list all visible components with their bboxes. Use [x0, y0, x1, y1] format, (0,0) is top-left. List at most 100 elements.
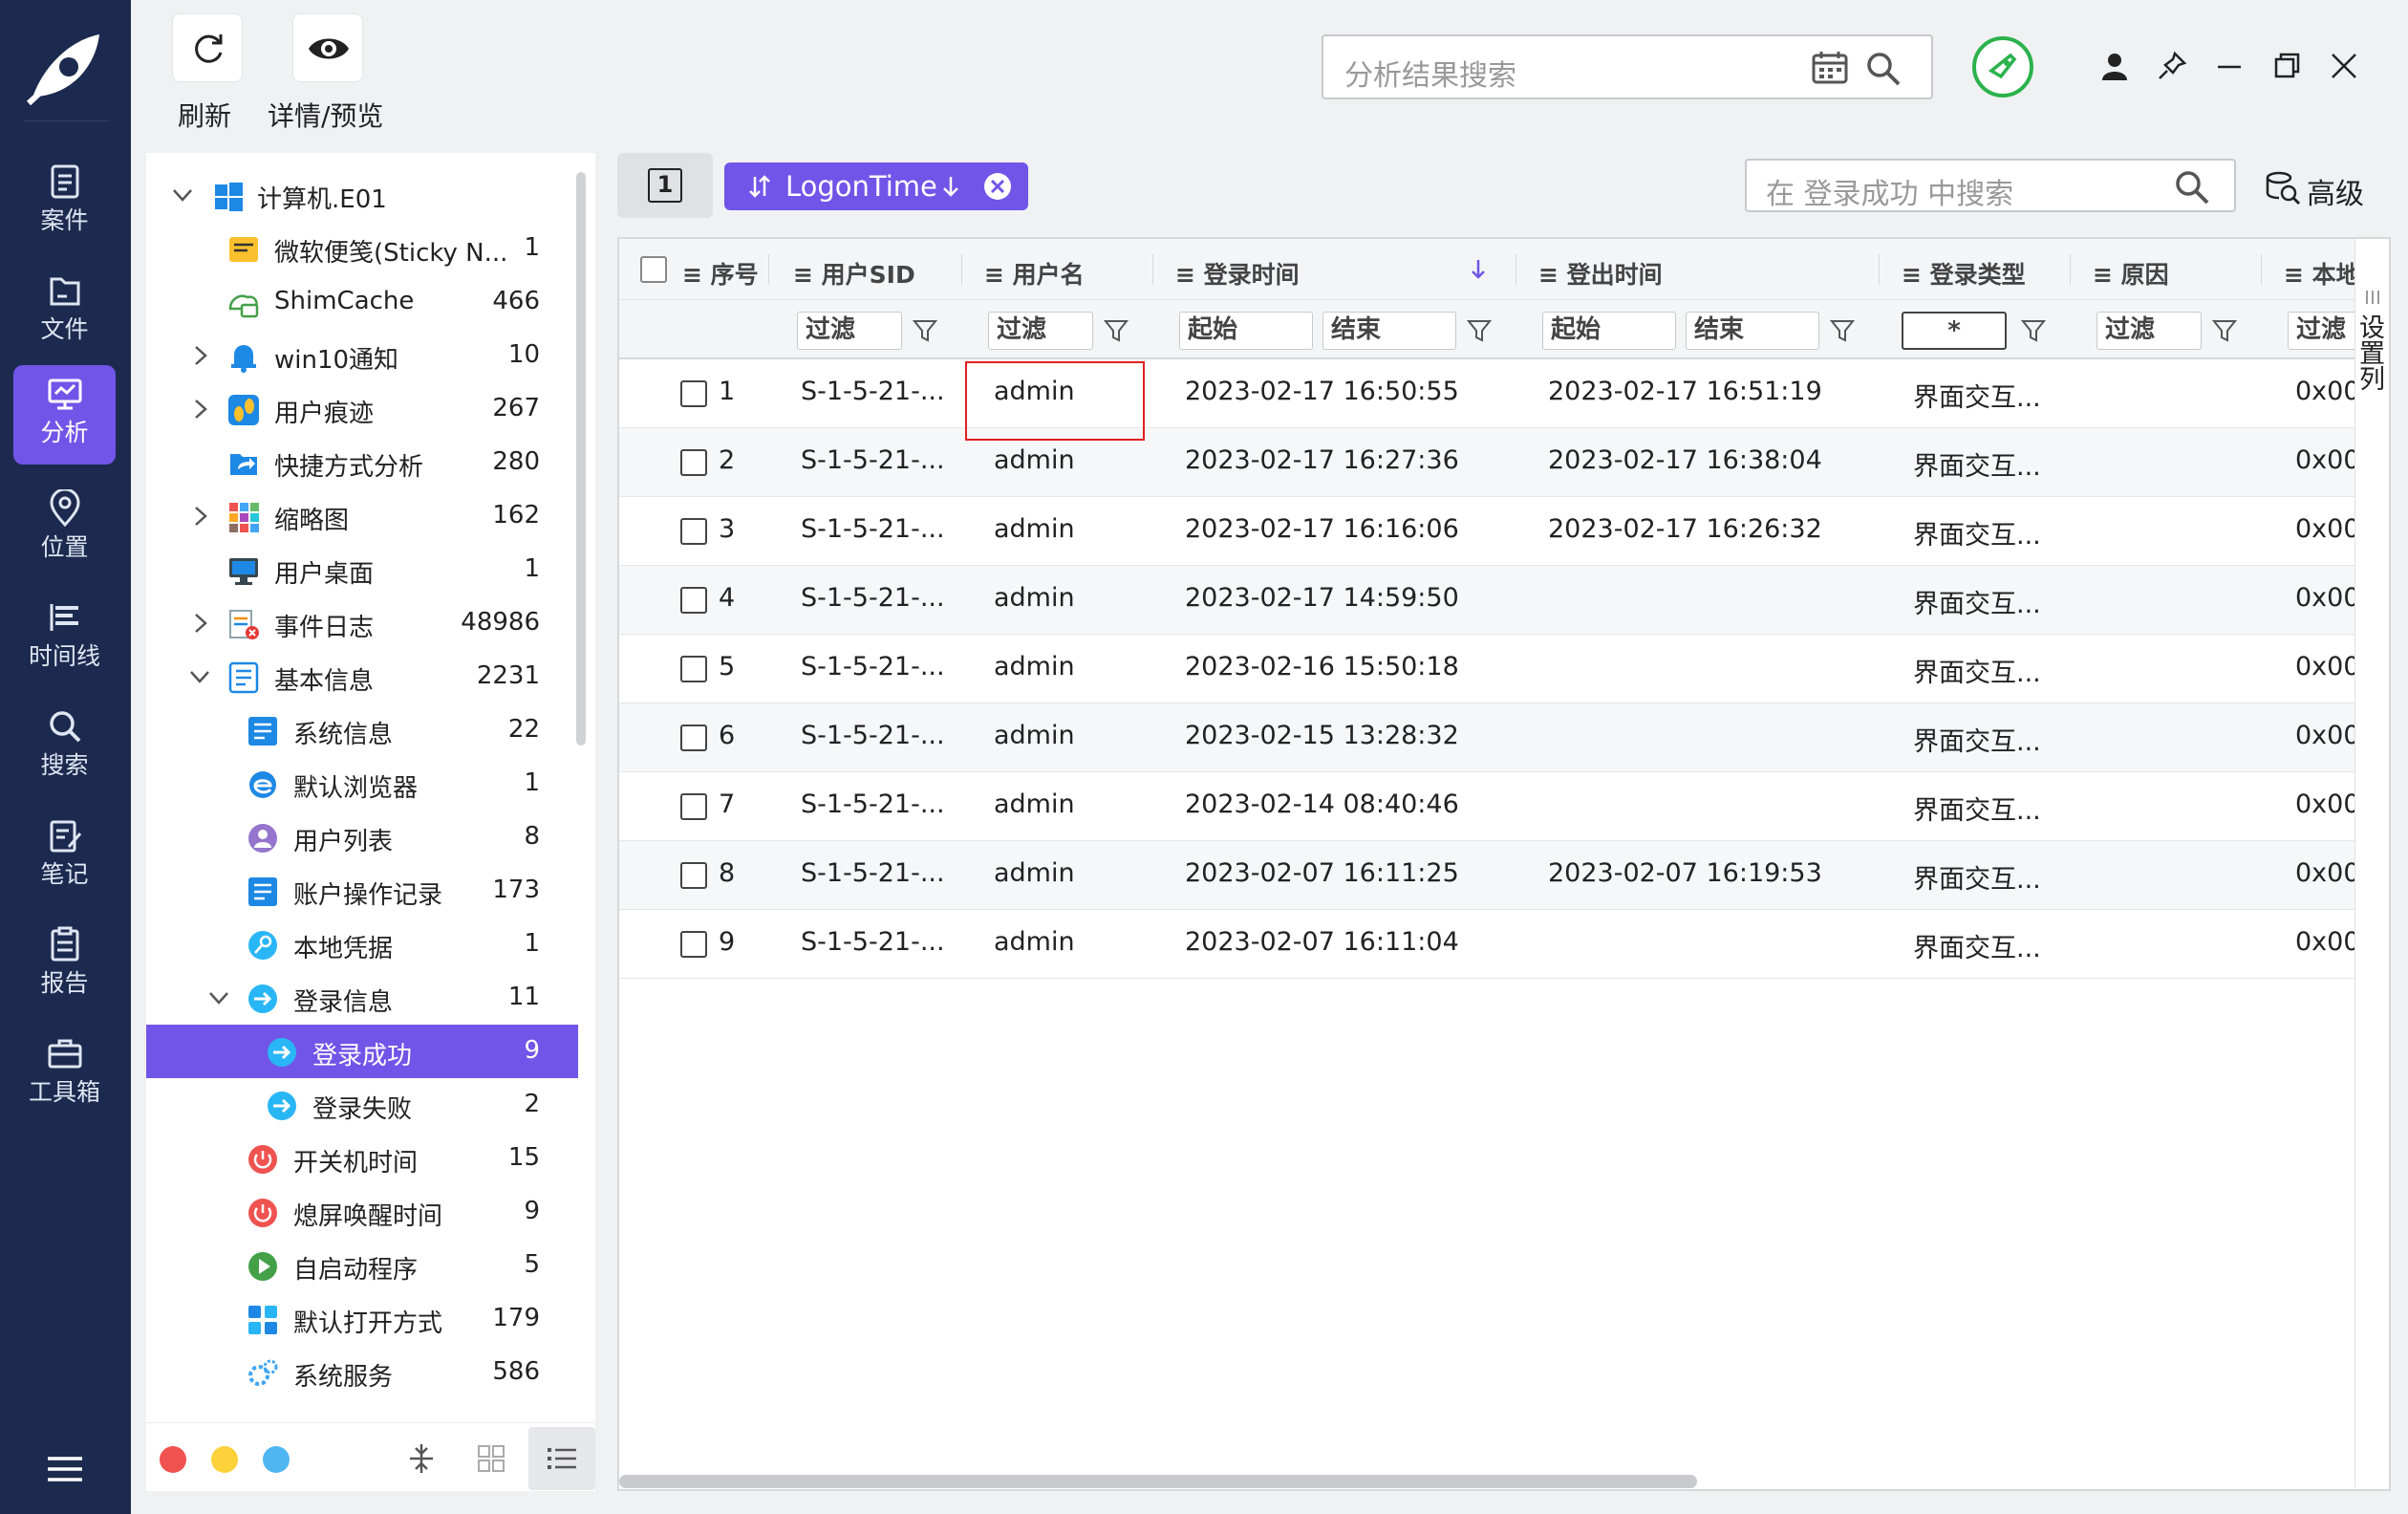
horizontal-scrollbar[interactable]	[619, 1475, 1697, 1488]
row-checkbox[interactable]	[680, 587, 707, 614]
chevron-down-icon[interactable]	[207, 986, 230, 1009]
hamburger-menu-icon[interactable]	[46, 1455, 84, 1483]
nav-item-toolbox[interactable]: 工具箱	[13, 1025, 116, 1124]
nav-item-analysis[interactable]: 分析	[13, 365, 116, 465]
grid-search-input[interactable]: 在 登录成功 中搜索	[1745, 159, 2236, 212]
table-row[interactable]: 9 S-1-5-21-... admin 2023-02-07 16:11:04 界面交…	[619, 910, 2360, 979]
tree-item-sleep-wake[interactable]: 熄屏唤醒时间 9	[146, 1185, 578, 1239]
reason-filter-input[interactable]: 过滤	[2096, 312, 2202, 350]
grid-view-icon[interactable]	[477, 1444, 505, 1473]
sort-chip[interactable]: LogonTime	[724, 162, 1028, 210]
row-checkbox[interactable]	[680, 725, 707, 751]
table-row[interactable]: 6 S-1-5-21-... admin 2023-02-15 13:28:32 界面交…	[619, 703, 2360, 772]
column-settings-panel[interactable]: 设置列	[2354, 239, 2389, 1487]
red-tag-dot[interactable]	[160, 1446, 186, 1473]
column-divider[interactable]	[961, 254, 962, 285]
row-checkbox[interactable]	[680, 380, 707, 407]
column-divider[interactable]	[2070, 254, 2071, 285]
column-header-sid[interactable]: ≡ 用户SID	[793, 256, 915, 291]
tree-item-sticky-notes[interactable]: 微软便笺(Sticky N... 1	[146, 222, 578, 275]
tree-item-computer[interactable]: 计算机.E01	[146, 168, 578, 222]
filter-icon[interactable]	[1103, 317, 1129, 344]
pin-icon[interactable]	[2156, 50, 2188, 82]
tree-item-user-list[interactable]: 用户列表 8	[146, 811, 578, 864]
tree-item-user-traces[interactable]: 用户痕迹 267	[146, 382, 578, 436]
filter-icon[interactable]	[2020, 317, 2047, 344]
tree-item-default-open[interactable]: 默认打开方式 179	[146, 1292, 578, 1346]
local-filter-input[interactable]: 过滤	[2288, 312, 2358, 350]
column-header-login-type[interactable]: ≡ 登录类型	[1902, 256, 2026, 291]
filter-icon[interactable]	[2211, 317, 2238, 344]
tree-item-account-ops[interactable]: 账户操作记录 173	[146, 864, 578, 918]
chevron-right-icon[interactable]	[188, 505, 211, 528]
tree-item-login-success[interactable]: 登录成功 9	[146, 1025, 578, 1078]
page-indicator-button[interactable]: 1	[617, 153, 713, 218]
row-checkbox[interactable]	[680, 656, 707, 682]
nav-item-case[interactable]: 案件	[13, 153, 116, 252]
remove-sort-icon[interactable]	[982, 171, 1013, 202]
column-divider[interactable]	[1152, 254, 1153, 285]
row-checkbox[interactable]	[680, 931, 707, 958]
close-icon[interactable]	[2328, 50, 2360, 82]
table-row[interactable]: 8 S-1-5-21-... admin 2023-02-07 16:11:25 202…	[619, 841, 2360, 910]
nav-item-notes[interactable]: 笔记	[13, 807, 116, 906]
refresh-button[interactable]	[172, 13, 243, 82]
restore-icon[interactable]	[2270, 50, 2303, 82]
minimize-icon[interactable]	[2213, 50, 2246, 82]
column-header-username[interactable]: ≡ 用户名	[984, 256, 1085, 291]
login-start-input[interactable]: 起始	[1179, 312, 1313, 350]
column-divider[interactable]	[1879, 254, 1880, 285]
tree-item-shimcache[interactable]: ShimCache 466	[146, 275, 578, 329]
search-icon[interactable]	[1864, 50, 1903, 88]
tree-item-login-fail[interactable]: 登录失败 2	[146, 1078, 578, 1132]
filter-icon[interactable]	[1829, 317, 1856, 344]
analysis-search-input[interactable]: 分析结果搜索	[1322, 34, 1933, 99]
column-divider[interactable]	[2261, 254, 2262, 285]
nav-item-search[interactable]: 搜索	[13, 698, 116, 797]
blue-tag-dot[interactable]	[263, 1446, 290, 1473]
nav-item-report[interactable]: 报告	[13, 916, 116, 1015]
select-all-checkbox[interactable]	[640, 256, 667, 283]
advanced-search-button[interactable]: 高级	[2265, 164, 2379, 211]
row-checkbox[interactable]	[680, 449, 707, 476]
search-icon[interactable]	[2173, 168, 2211, 206]
yellow-tag-dot[interactable]	[211, 1446, 238, 1473]
table-row[interactable]: 2 S-1-5-21-... admin 2023-02-17 16:27:36 202…	[619, 428, 2360, 497]
tree-item-services[interactable]: 系统服务 586	[146, 1346, 578, 1399]
login-type-filter-input[interactable]: *	[1902, 312, 2007, 350]
tree-item-basic-info[interactable]: 基本信息 2231	[146, 650, 578, 703]
chevron-right-icon[interactable]	[188, 344, 211, 367]
calendar-icon[interactable]	[1811, 50, 1849, 86]
row-checkbox[interactable]	[680, 862, 707, 889]
filter-icon[interactable]	[912, 317, 938, 344]
tree-item-event-log[interactable]: 事件日志 48986	[146, 596, 578, 650]
tree-item-power-time[interactable]: 开关机时间 15	[146, 1132, 578, 1185]
nav-item-timeline[interactable]: 时间线	[13, 589, 116, 688]
chevron-down-icon[interactable]	[171, 184, 194, 206]
chevron-right-icon[interactable]	[188, 612, 211, 635]
logout-start-input[interactable]: 起始	[1542, 312, 1676, 350]
tree-item-thumbnail[interactable]: 缩略图 162	[146, 489, 578, 543]
column-header-logout-time[interactable]: ≡ 登出时间	[1538, 256, 1663, 291]
table-row[interactable]: 4 S-1-5-21-... admin 2023-02-17 14:59:50 界面交…	[619, 566, 2360, 635]
collapse-icon[interactable]	[406, 1442, 437, 1475]
list-view-button[interactable]	[528, 1427, 595, 1490]
table-row[interactable]: 5 S-1-5-21-... admin 2023-02-16 15:50:18 界面交…	[619, 635, 2360, 703]
column-divider[interactable]	[768, 254, 769, 285]
user-icon[interactable]	[2098, 50, 2131, 82]
chevron-down-icon[interactable]	[188, 665, 211, 688]
chevron-right-icon[interactable]	[188, 398, 211, 421]
filter-icon[interactable]	[1466, 317, 1493, 344]
table-row[interactable]: 1 S-1-5-21-... admin 2023-02-17 16:50:55 202…	[619, 359, 2360, 428]
column-header-login-time[interactable]: ≡ 登录时间	[1175, 256, 1300, 291]
login-end-input[interactable]: 结束	[1322, 312, 1456, 350]
tree-scrollbar[interactable]	[576, 172, 586, 746]
table-row[interactable]: 7 S-1-5-21-... admin 2023-02-14 08:40:46 界面交…	[619, 772, 2360, 841]
tree-item-user-desktop[interactable]: 用户桌面 1	[146, 543, 578, 596]
tree-item-local-credential[interactable]: 本地凭据 1	[146, 918, 578, 971]
table-row[interactable]: 3 S-1-5-21-... admin 2023-02-17 16:16:06 202…	[619, 497, 2360, 566]
logout-end-input[interactable]: 结束	[1686, 312, 1819, 350]
tree-item-win10-notification[interactable]: win10通知 10	[146, 329, 578, 382]
tree-item-login-info[interactable]: 登录信息 11	[146, 971, 578, 1025]
tree-item-system-info[interactable]: 系统信息 22	[146, 703, 578, 757]
